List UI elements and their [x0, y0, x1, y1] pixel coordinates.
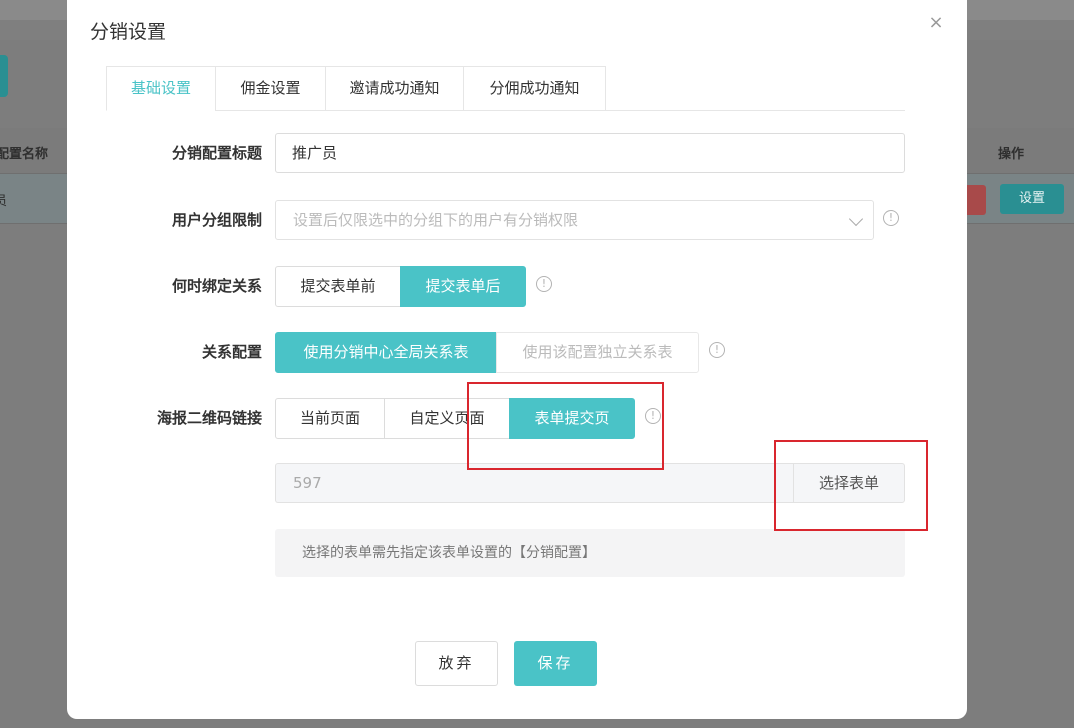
tab-commission-settings[interactable]: 佣金设置 [215, 66, 326, 111]
bind-before-submit-option[interactable]: 提交表单前 [275, 266, 401, 307]
form-hint: 选择的表单需先指定该表单设置的【分销配置】 [275, 529, 905, 577]
bind-after-submit-option[interactable]: 提交表单后 [400, 266, 526, 307]
user-group-select[interactable]: 设置后仅限选中的分组下的用户有分销权限 [275, 200, 874, 240]
independent-relation-table-option[interactable]: 使用该配置独立关系表 [496, 332, 699, 373]
background-row-name: 员 [0, 194, 8, 209]
global-relation-table-option[interactable]: 使用分销中心全局关系表 [275, 332, 497, 373]
cancel-button[interactable]: 放弃 [415, 641, 498, 686]
settings-tabs: 基础设置 佣金设置 邀请成功通知 分佣成功通知 [106, 66, 905, 111]
tab-invite-success-notice[interactable]: 邀请成功通知 [325, 66, 464, 111]
close-icon[interactable]: × [925, 12, 947, 34]
tab-commission-success-notice[interactable]: 分佣成功通知 [463, 66, 606, 111]
bind-time-label: 何时绑定关系 [171, 277, 262, 295]
user-group-placeholder: 设置后仅限选中的分组下的用户有分销权限 [293, 211, 579, 229]
user-group-label: 用户分组限制 [171, 211, 262, 229]
background-add-button [0, 55, 8, 97]
save-button[interactable]: 保存 [514, 641, 597, 686]
tab-basic-settings[interactable]: 基础设置 [106, 66, 216, 111]
info-icon[interactable]: ! [536, 276, 552, 292]
config-title-input[interactable]: 推广员 [275, 133, 905, 173]
relation-config-label: 关系配置 [201, 343, 262, 361]
dialog-title: 分销设置 [90, 21, 167, 43]
info-icon[interactable]: ! [883, 210, 899, 226]
poster-qrcode-link-label: 海报二维码链接 [156, 409, 262, 427]
annotation-highlight-box [467, 382, 664, 470]
background-delete-button [966, 185, 986, 215]
config-title-label: 分销配置标题 [171, 144, 262, 162]
annotation-highlight-box [774, 440, 928, 531]
chevron-down-icon [848, 211, 864, 227]
background-column-name-header: 配置名称 [0, 147, 49, 162]
info-icon[interactable]: ! [709, 342, 725, 358]
current-page-option[interactable]: 当前页面 [275, 398, 385, 439]
background-set-button: 设置 [1000, 184, 1064, 214]
background-column-action-header: 操作 [998, 147, 1025, 162]
distribution-settings-dialog: 分销设置 × 基础设置 佣金设置 邀请成功通知 分佣成功通知 分销配置标题 推广… [67, 0, 967, 719]
